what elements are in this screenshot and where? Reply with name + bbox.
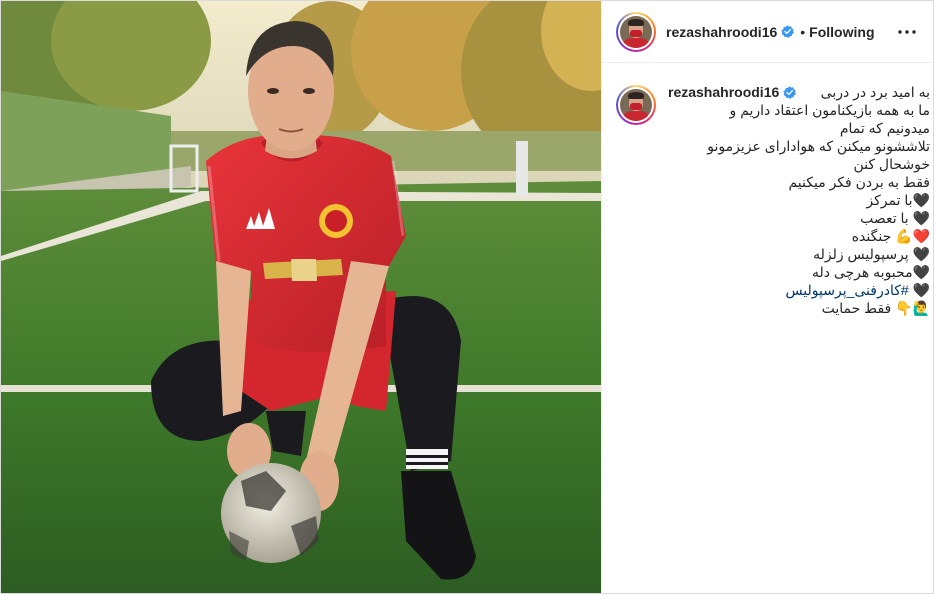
caption-line: 🖤محبوبه هرچی دله [811,264,930,280]
caption-avatar-hair [628,92,644,99]
caption-line: تلاششونو میکنن که هوادارای عزیزمونو [707,138,930,154]
caption-line: ما به همه بازیکنامون اعتقاد داریم و [729,102,930,118]
avatar-mask [630,29,642,37]
post-photo-illustration [1,1,601,593]
caption-avatar-image [620,89,652,121]
caption-avatar-shirt [623,111,649,121]
caption-avatar-mask [630,103,642,110]
avatar-image [620,15,652,48]
header-username[interactable]: rezashahroodi16 [666,24,777,40]
header-separator: • [800,23,806,40]
post-side-panel: rezashahroodi16 • Following rezashahrood… [601,1,933,593]
verified-badge-icon [781,25,795,38]
caption-lines: ما به همه بازیکنامون اعتقاد داریم و میدو… [668,101,930,317]
caption-username[interactable]: rezashahroodi16 [668,83,779,101]
verified-badge-icon [783,85,797,99]
caption-user: rezashahroodi16 [668,83,797,101]
caption-line: 🖤 پرسپولیس زلزله [813,246,930,262]
post-photo[interactable] [1,1,601,593]
caption-line: ❤️💪 جنگنده [851,228,930,244]
caption-hashtag-line: 🖤 #کادرفنی_پرسپولیس [785,282,930,298]
caption-line: 🙋‍♂️👇 فقط حمایت [821,300,930,316]
caption-text: rezashahroodi16 به امید برد در دربی ما ب… [668,83,930,317]
hashtag-link[interactable]: #کادرفنی_پرسپولیس [785,282,908,298]
caption-line: خوشحال کنن [853,156,930,172]
caption-avatar-inner [618,87,654,123]
avatar[interactable] [616,11,656,52]
caption: rezashahroodi16 به امید برد در دربی ما ب… [602,63,933,317]
header-user: rezashahroodi16 • Following [616,11,875,52]
more-options-icon[interactable] [895,20,919,44]
avatar-hair [628,18,644,26]
caption-line: به امید برد در دربی [820,84,930,100]
caption-line: میدونیم که تمام [839,120,930,136]
caption-avatar[interactable] [616,85,656,125]
caption-first-row: rezashahroodi16 به امید برد در دربی [668,83,930,101]
caption-line: 🖤 با تعصب [860,210,930,226]
instagram-post: rezashahroodi16 • Following rezashahrood… [0,0,934,594]
caption-line: 🖤با تمرکز [866,192,930,208]
avatar-shirt [623,37,649,48]
caption-line: فقط به بردن فکر میکنیم [788,174,930,190]
avatar-inner [618,13,654,50]
following-button[interactable]: Following [809,24,874,40]
post-header: rezashahroodi16 • Following [602,1,933,63]
